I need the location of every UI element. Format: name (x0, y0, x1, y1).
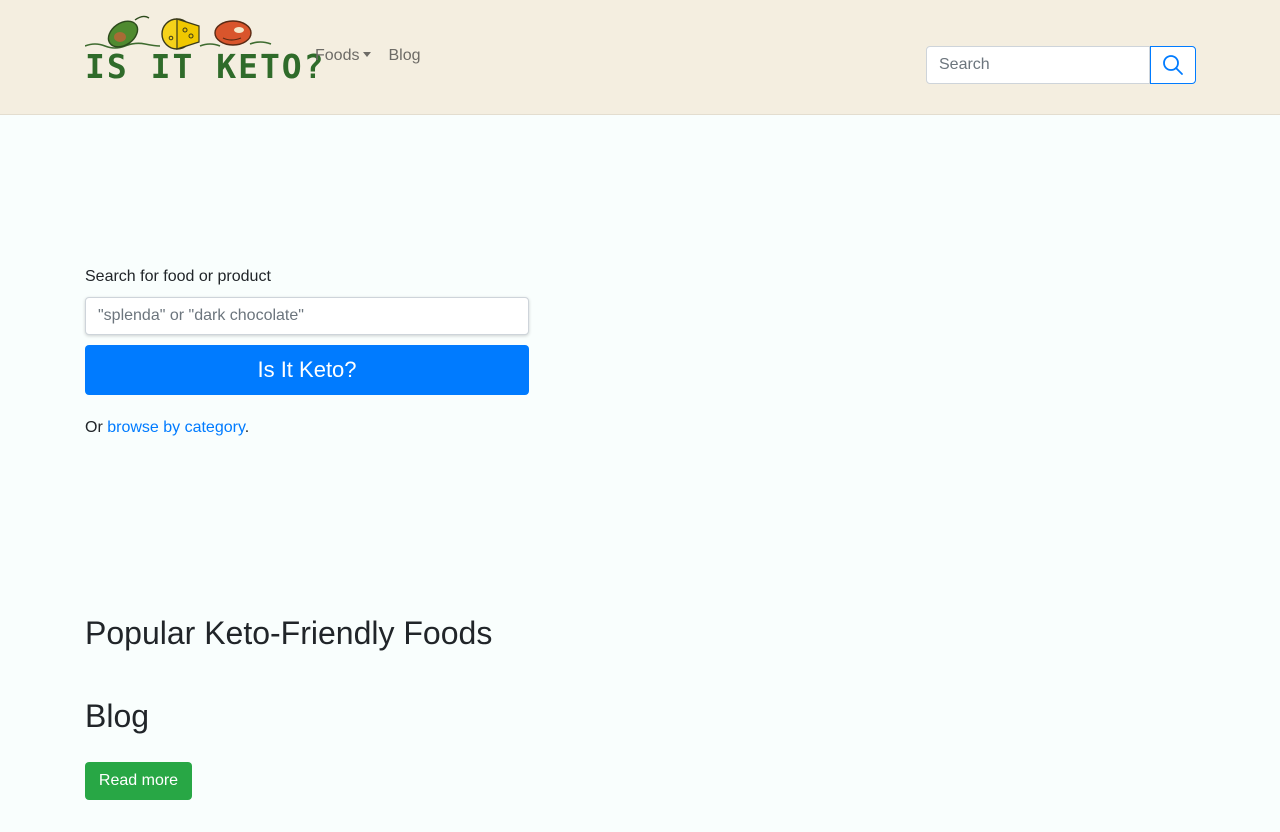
nav-foods-label: Foods (315, 47, 360, 64)
food-illustration (84, 15, 272, 50)
header-search (926, 46, 1196, 84)
is-it-keto-button[interactable]: Is It Keto? (85, 345, 529, 395)
site-logo[interactable]: IS IT KETO? (84, 12, 324, 90)
caret-down-icon (363, 52, 372, 57)
steak-icon (214, 20, 252, 46)
blog-heading: Blog (85, 698, 150, 734)
food-search-input[interactable] (85, 297, 529, 335)
cheese-icon (161, 18, 200, 50)
read-more-button[interactable]: Read more (85, 762, 192, 800)
popular-foods-heading: Popular Keto-Friendly Foods (85, 615, 493, 651)
browse-suffix: . (244, 419, 250, 436)
nav-blog-link[interactable]: Blog (388, 47, 420, 65)
top-navbar: IS IT KETO? Foods Blog (0, 0, 1280, 115)
browse-by-category-link[interactable]: browse by category (107, 419, 245, 436)
browse-line: Or browse by category. (85, 419, 249, 437)
header-search-input[interactable] (926, 46, 1150, 84)
header-search-button[interactable] (1150, 46, 1196, 84)
logo-wordmark: IS IT KETO? (85, 47, 326, 86)
nav-foods-dropdown[interactable]: Foods (315, 47, 372, 65)
search-icon (1163, 55, 1183, 75)
search-label: Search for food or product (85, 268, 271, 285)
main-nav: Foods Blog (315, 47, 421, 65)
browse-prefix: Or (85, 419, 108, 436)
